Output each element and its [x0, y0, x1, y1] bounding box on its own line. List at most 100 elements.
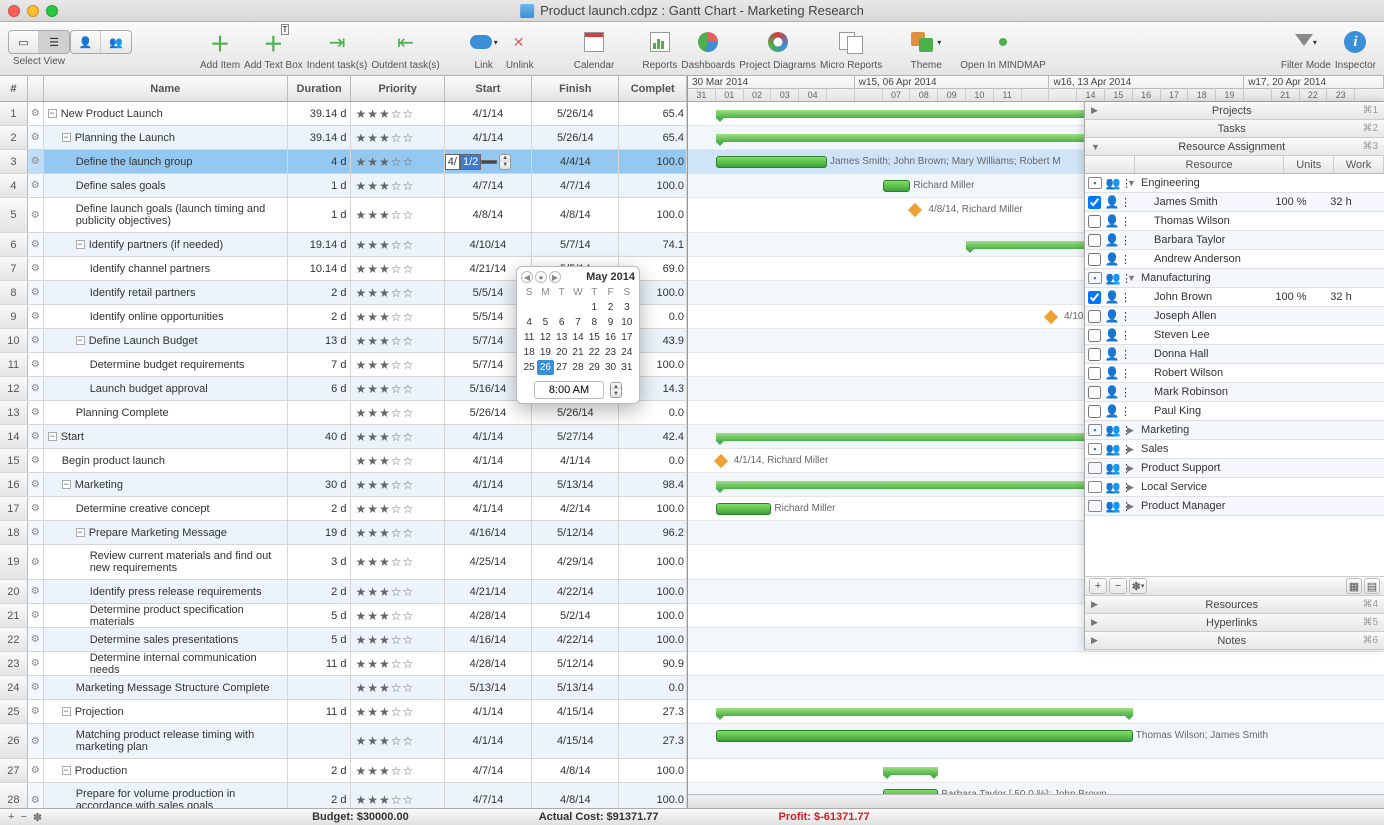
calendar-day[interactable]: 22 [586, 345, 602, 360]
resource-group[interactable]: ▪👥⋮▶Marketing [1085, 421, 1384, 440]
inspector-section[interactable]: Tasks⌘2 [1085, 120, 1384, 138]
calendar-day[interactable]: 30 [602, 360, 618, 375]
gantt-bar[interactable] [883, 767, 939, 775]
resource-row[interactable]: 👤⋮John Brown100 %32 h [1085, 288, 1384, 307]
table-row[interactable]: 20⚙Identify press release requirements2 … [0, 580, 687, 604]
resource-row[interactable]: 👤⋮Barbara Taylor [1085, 231, 1384, 250]
zoom-window-button[interactable] [46, 5, 58, 17]
resource-group[interactable]: 👥⋮▶Product Support [1085, 459, 1384, 478]
calendar-button[interactable] [578, 26, 610, 58]
expand-toggle[interactable]: − [62, 480, 71, 489]
resource-row[interactable]: 👤⋮Mark Robinson [1085, 383, 1384, 402]
time-stepper[interactable]: ▲▼ [610, 382, 622, 398]
calendar-day[interactable]: 19 [537, 345, 553, 360]
micro-reports-button[interactable] [835, 26, 867, 58]
table-row[interactable]: 26⚙Matching product release timing with … [0, 724, 687, 759]
expand-toggle[interactable]: − [76, 240, 85, 249]
cal-prev-button[interactable]: ◀ [521, 271, 533, 283]
inspector-footer-section[interactable]: ▶Resources⌘4 [1085, 596, 1384, 614]
calendar-day[interactable]: 21 [570, 345, 586, 360]
resource-row[interactable]: 👤⋮Andrew Anderson [1085, 250, 1384, 269]
resource-group[interactable]: ▪👥⋮▼Manufacturing [1085, 269, 1384, 288]
resource-settings-button[interactable]: ✽▾ [1129, 578, 1147, 594]
add-resource-button[interactable]: + [1089, 578, 1107, 594]
calendar-day[interactable]: 14 [570, 330, 586, 345]
remove-resource-button[interactable]: − [1109, 578, 1127, 594]
table-row[interactable]: 28⚙Prepare for volume production in acco… [0, 783, 687, 808]
table-row[interactable]: 6⚙−Identify partners (if needed)19.14 d★… [0, 233, 687, 257]
resource-row[interactable]: 👤⋮Joseph Allen [1085, 307, 1384, 326]
calendar-day[interactable]: 24 [619, 345, 635, 360]
resource-checkbox[interactable] [1088, 329, 1101, 342]
gantt-bar[interactable]: James Smith; John Brown; Mary Williams; … [716, 156, 827, 168]
view-mode-2[interactable]: ☰ [39, 31, 69, 53]
expand-toggle[interactable]: − [62, 133, 71, 142]
status-add-button[interactable]: + [8, 811, 14, 824]
table-row[interactable]: 24⚙Marketing Message Structure Complete★… [0, 676, 687, 700]
table-row[interactable]: 18⚙−Prepare Marketing Message19 d★★★☆☆4/… [0, 521, 687, 545]
calendar-day[interactable]: 27 [554, 360, 570, 375]
resource-checkbox[interactable] [1088, 348, 1101, 361]
calendar-day[interactable]: 6 [554, 315, 570, 330]
inspector-footer-section[interactable]: ▶Hyperlinks⌘5 [1085, 614, 1384, 632]
resource-checkbox[interactable] [1088, 215, 1101, 228]
gantt-bar[interactable]: Thomas Wilson; James Smith [716, 730, 1133, 742]
resource-checkbox[interactable] [1088, 386, 1101, 399]
calendar-day[interactable]: 18 [521, 345, 537, 360]
calendar-day[interactable]: 3 [619, 300, 635, 315]
calendar-day[interactable]: 2 [602, 300, 618, 315]
resource-checkbox[interactable] [1088, 310, 1101, 323]
calendar-day[interactable]: 26 [537, 360, 553, 375]
resource-row[interactable]: 👤⋮James Smith100 %32 h [1085, 193, 1384, 212]
outdent-tasks-button[interactable]: ⇤ [390, 26, 422, 58]
expand-toggle[interactable]: − [62, 766, 71, 775]
resource-row[interactable]: 👤⋮Steven Lee [1085, 326, 1384, 345]
table-row[interactable]: 15⚙Begin product launch★★★☆☆4/1/144/1/14… [0, 449, 687, 473]
resource-row[interactable]: 👤⋮Paul King [1085, 402, 1384, 421]
gantt-bar[interactable]: Barbara Taylor [ 50.0 %]; John Brown [883, 789, 939, 794]
project-diagrams-button[interactable] [762, 26, 794, 58]
table-row[interactable]: 4⚙Define sales goals1 d★★★☆☆4/7/144/7/14… [0, 174, 687, 198]
calendar-day[interactable]: 9 [602, 315, 618, 330]
table-row[interactable]: 19⚙Review current materials and find out… [0, 545, 687, 580]
table-row[interactable]: 1⚙−New Product Launch39.14 d★★★☆☆4/1/145… [0, 102, 687, 126]
table-row[interactable]: 22⚙Determine sales presentations5 d★★★☆☆… [0, 628, 687, 652]
unlink-button[interactable] [504, 26, 536, 58]
table-row[interactable]: 21⚙Determine product specification mater… [0, 604, 687, 628]
inspector-button[interactable]: i [1339, 26, 1371, 58]
calendar-day[interactable]: 11 [521, 330, 537, 345]
calendar-day[interactable]: 28 [570, 360, 586, 375]
gantt-chart[interactable]: 30 Mar 2014w15, 06 Apr 2014w16, 13 Apr 2… [688, 76, 1384, 808]
resource-group[interactable]: 👥⋮▶Local Service [1085, 478, 1384, 497]
minimize-window-button[interactable] [27, 5, 39, 17]
table-row[interactable]: 13⚙Planning Complete★★★☆☆5/26/145/26/140… [0, 401, 687, 425]
table-row[interactable]: 23⚙Determine internal communication need… [0, 652, 687, 676]
close-window-button[interactable] [8, 5, 20, 17]
calendar-day[interactable]: 13 [554, 330, 570, 345]
resource-checkbox[interactable] [1088, 367, 1101, 380]
status-settings-button[interactable]: ✽ [33, 811, 42, 824]
add-item-button[interactable]: ＋ [204, 26, 236, 58]
calendar-day[interactable]: 16 [602, 330, 618, 345]
start-date-editor[interactable]: 4/1/2▲▼ [445, 150, 531, 173]
expand-toggle[interactable]: − [76, 528, 85, 537]
gantt-bar[interactable]: Richard Miller [716, 503, 772, 515]
inspector-section[interactable]: ▶Projects⌘1 [1085, 102, 1384, 120]
resource-row[interactable]: 👤⋮Donna Hall [1085, 345, 1384, 364]
indent-tasks-button[interactable]: ⇥ [321, 26, 353, 58]
inspector-footer-section[interactable]: ▶Notes⌘6 [1085, 632, 1384, 650]
select-view-segment[interactable]: ▭ ☰ [8, 30, 70, 54]
resource-checkbox[interactable] [1088, 291, 1101, 304]
resource-checkbox[interactable] [1088, 234, 1101, 247]
gantt-bar[interactable] [716, 708, 1133, 716]
table-row[interactable]: 5⚙Define launch goals (launch timing and… [0, 198, 687, 233]
dashboards-button[interactable] [692, 26, 724, 58]
reports-button[interactable] [644, 26, 676, 58]
resource-checkbox[interactable] [1088, 253, 1101, 266]
expand-toggle[interactable]: − [76, 336, 85, 345]
view-extra-1[interactable]: 👤 [71, 31, 101, 53]
resource-checkbox[interactable] [1088, 405, 1101, 418]
cal-next-button[interactable]: ▶ [549, 271, 561, 283]
resource-row[interactable]: 👤⋮Robert Wilson [1085, 364, 1384, 383]
resource-group[interactable]: ▪👥⋮▼Engineering [1085, 174, 1384, 193]
